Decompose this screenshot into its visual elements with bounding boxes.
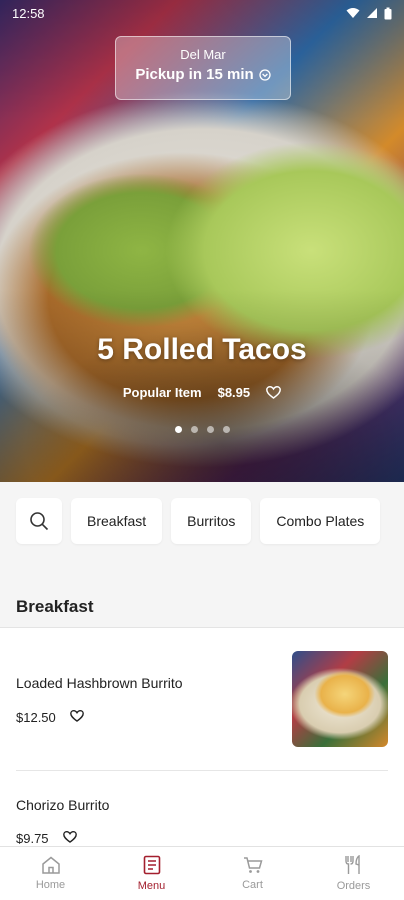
status-time: 12:58 bbox=[12, 5, 45, 21]
hero-item-tag: Popular Item bbox=[122, 385, 202, 400]
hero-item-meta: Popular Item $8.95 bbox=[0, 385, 404, 400]
nav-home-label: Home bbox=[35, 879, 66, 891]
menu-item-price-row: $12.50 bbox=[16, 710, 84, 725]
menu-icon bbox=[143, 855, 160, 875]
status-bar: 12:58 bbox=[0, 0, 404, 26]
cart-icon bbox=[243, 857, 262, 873]
orders-icon bbox=[344, 855, 360, 874]
pickup-store-name: Del Mar bbox=[180, 47, 226, 62]
pickup-time-label: Pickup in 15 min bbox=[135, 66, 254, 83]
nav-menu-label: Menu bbox=[137, 880, 166, 892]
heart-icon bbox=[69, 710, 84, 722]
carousel-dot[interactable] bbox=[190, 426, 198, 433]
menu-item-price: $12.50 bbox=[16, 710, 56, 725]
heart-icon bbox=[266, 386, 282, 399]
nav-cart-label: Cart bbox=[242, 879, 263, 891]
menu-item[interactable]: Loaded Hashbrown Burrito $12.50 bbox=[16, 628, 388, 771]
menu-item-name: Chorizo Burrito bbox=[16, 797, 110, 813]
heart-icon bbox=[62, 831, 77, 843]
hero-item-price: $8.95 bbox=[217, 385, 251, 400]
carousel-dot[interactable] bbox=[222, 426, 230, 433]
status-icons bbox=[346, 7, 392, 20]
menu-list: Loaded Hashbrown Burrito $12.50 Chorizo … bbox=[0, 628, 404, 846]
nav-orders-label: Orders bbox=[336, 880, 371, 892]
carousel-dot[interactable] bbox=[206, 426, 214, 433]
category-chips: Breakfast Burritos Combo Plates bbox=[16, 498, 381, 544]
nav-cart[interactable]: Cart bbox=[202, 847, 303, 900]
carousel-dot[interactable] bbox=[174, 426, 182, 433]
menu-item-name: Loaded Hashbrown Burrito bbox=[16, 675, 183, 691]
pickup-selector[interactable]: Del Mar Pickup in 15 min bbox=[115, 36, 291, 100]
signal-icon bbox=[367, 8, 377, 18]
menu-item-price-row: $9.75 bbox=[16, 831, 77, 846]
hero-favorite-button[interactable] bbox=[266, 386, 282, 399]
nav-orders[interactable]: Orders bbox=[303, 847, 404, 900]
category-chip-breakfast[interactable]: Breakfast bbox=[71, 498, 163, 544]
search-icon bbox=[30, 512, 49, 531]
battery-icon bbox=[384, 7, 392, 19]
hero-item-title[interactable]: 5 Rolled Tacos bbox=[0, 333, 404, 367]
nav-home[interactable]: Home bbox=[0, 847, 101, 900]
pickup-time: Pickup in 15 min bbox=[116, 66, 290, 83]
menu-item-price: $9.75 bbox=[16, 831, 49, 846]
home-icon bbox=[41, 856, 60, 874]
menu-item-image[interactable] bbox=[292, 651, 388, 747]
menu-item[interactable]: Chorizo Burrito $9.75 bbox=[16, 771, 388, 846]
carousel-indicator bbox=[0, 426, 404, 433]
bottom-nav: Home Menu Cart Orders bbox=[0, 846, 404, 900]
chevron-down-circle-icon bbox=[259, 68, 271, 81]
section-title: Breakfast bbox=[16, 597, 94, 616]
wifi-icon bbox=[346, 8, 360, 18]
favorite-button[interactable] bbox=[62, 831, 77, 846]
category-chip-combo-plates[interactable]: Combo Plates bbox=[260, 498, 381, 544]
category-chip-burritos[interactable]: Burritos bbox=[171, 498, 252, 544]
favorite-button[interactable] bbox=[69, 710, 84, 725]
nav-menu[interactable]: Menu bbox=[101, 847, 202, 900]
search-button[interactable] bbox=[16, 498, 62, 544]
